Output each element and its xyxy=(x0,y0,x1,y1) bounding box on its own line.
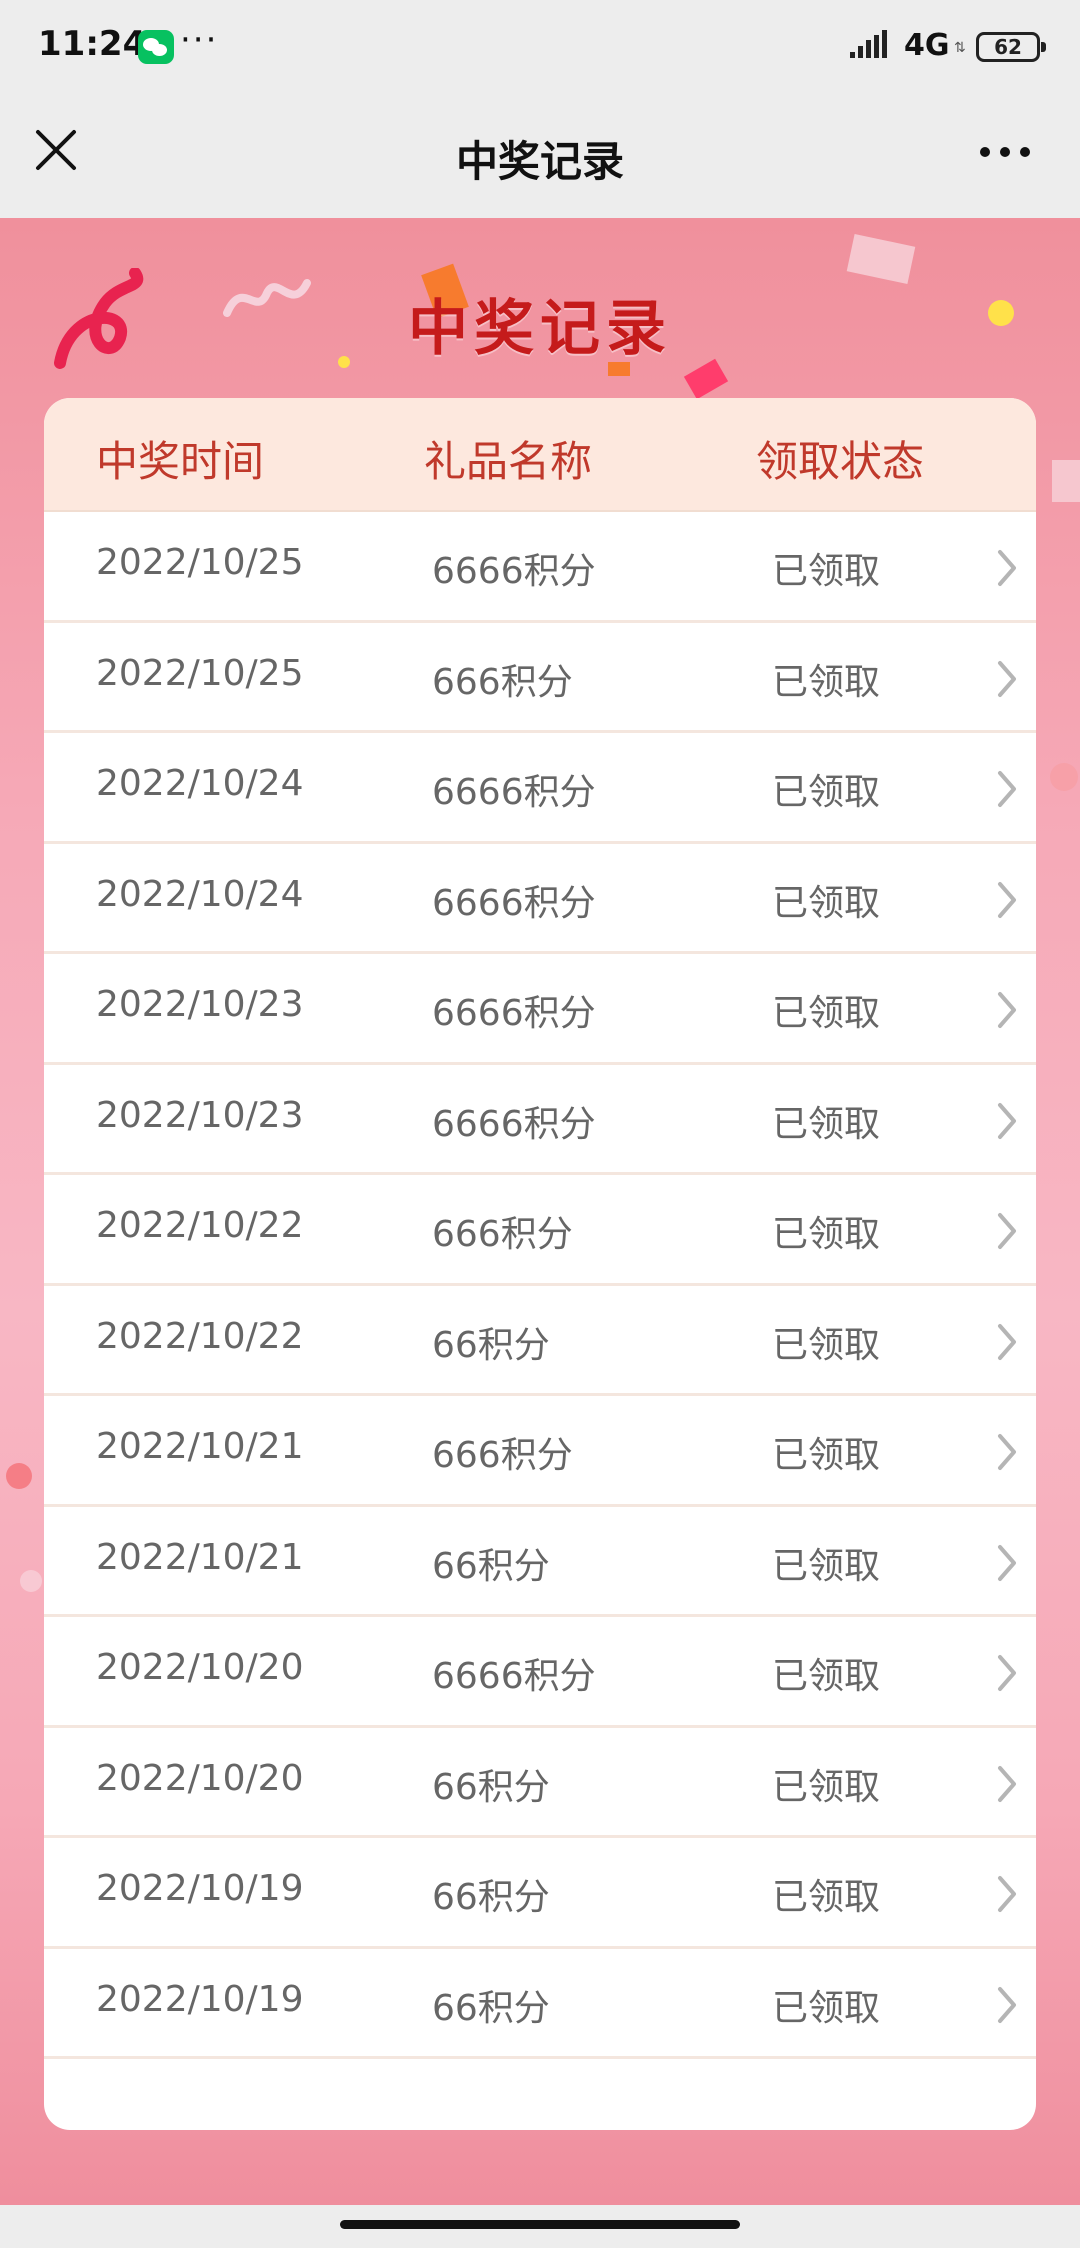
chevron-right-icon[interactable] xyxy=(992,1872,1022,1916)
cell-date: 2022/10/20 xyxy=(96,1757,304,1799)
network-type: 4G xyxy=(904,28,950,63)
cell-status: 已领取 xyxy=(772,1877,881,1918)
prize-record-table: 中奖时间 礼品名称 领取状态 2022/10/25 6666积分 已领取 2022/1… xyxy=(44,398,1036,2130)
cell-status: 已领取 xyxy=(772,882,881,924)
signal-icon xyxy=(850,30,887,58)
chevron-right-icon[interactable] xyxy=(992,1430,1022,1474)
chevron-right-icon[interactable] xyxy=(992,657,1022,701)
notification-dots: ··· xyxy=(180,20,219,60)
table-row[interactable]: 2022/10/19 66积分 已领取 xyxy=(44,1948,1036,2059)
home-gesture-bar[interactable] xyxy=(340,2220,740,2229)
cell-gift: 6666积分 xyxy=(432,1103,596,1145)
cell-date: 2022/10/23 xyxy=(96,1094,304,1136)
table-row[interactable]: 2022/10/22 66积分 已领取 xyxy=(44,1285,1036,1396)
table-row[interactable]: 2022/10/24 6666积分 已领取 xyxy=(44,843,1036,954)
chevron-right-icon[interactable] xyxy=(992,1209,1022,1253)
chevron-right-icon[interactable] xyxy=(992,988,1022,1032)
cell-status: 已领取 xyxy=(772,1214,881,1255)
status-bar: 11:24 ··· 4G ⇅ 62 xyxy=(0,0,1080,96)
gesture-area xyxy=(0,2205,1080,2248)
cell-gift: 66积分 xyxy=(432,1766,550,1808)
chevron-right-icon[interactable] xyxy=(992,1320,1022,1364)
table-row[interactable]: 2022/10/23 6666积分 已领取 xyxy=(44,954,1036,1065)
confetti-decoration xyxy=(6,1463,32,1489)
cell-date: 2022/10/21 xyxy=(96,1536,304,1578)
cell-status: 已领取 xyxy=(772,772,881,813)
cell-gift: 6666积分 xyxy=(432,551,596,592)
cell-date: 2022/10/24 xyxy=(96,763,304,804)
cell-date: 2022/10/19 xyxy=(96,1868,304,1909)
cell-gift: 666积分 xyxy=(432,1214,573,1255)
chevron-right-icon[interactable] xyxy=(992,1099,1022,1143)
table-row[interactable]: 2022/10/22 666积分 已领取 xyxy=(44,1175,1036,1286)
column-header-gift: 礼品名称 xyxy=(424,437,593,486)
cell-status: 已领取 xyxy=(772,993,881,1034)
confetti-decoration xyxy=(1052,460,1080,502)
confetti-decoration xyxy=(20,1570,42,1592)
status-time: 11:24 xyxy=(38,24,147,64)
data-activity-icon: ⇅ xyxy=(954,40,966,56)
cell-date: 2022/10/20 xyxy=(96,1647,304,1688)
page-heading: 中奖记录 xyxy=(408,294,672,364)
cell-gift: 6666积分 xyxy=(432,772,596,813)
cell-date: 2022/10/19 xyxy=(96,1978,304,2020)
prize-record-page: 中奖记录 中奖时间 礼品名称 领取状态 2022/10/25 6666积分 已领取 2… xyxy=(0,218,1080,2205)
cell-status: 已领取 xyxy=(772,551,881,592)
cell-date: 2022/10/21 xyxy=(96,1426,304,1467)
cell-gift: 6666积分 xyxy=(432,1656,596,1697)
cell-status: 已领取 xyxy=(772,1435,881,1476)
cell-status: 已领取 xyxy=(772,1324,881,1366)
nav-bar: 中奖记录 xyxy=(0,96,1080,218)
chevron-right-icon[interactable] xyxy=(992,1651,1022,1695)
table-row[interactable]: 2022/10/20 6666积分 已领取 xyxy=(44,1617,1036,1728)
table-row[interactable]: 2022/10/21 666积分 已领取 xyxy=(44,1396,1036,1507)
cell-gift: 6666积分 xyxy=(432,882,596,924)
column-header-time: 中奖时间 xyxy=(96,437,265,486)
cell-status: 已领取 xyxy=(772,1656,881,1697)
cell-gift: 66积分 xyxy=(432,1545,550,1587)
chevron-right-icon[interactable] xyxy=(992,1762,1022,1806)
cell-status: 已领取 xyxy=(772,1103,881,1145)
table-row[interactable]: 2022/10/23 6666积分 已领取 xyxy=(44,1064,1036,1175)
table-header: 中奖时间 礼品名称 领取状态 xyxy=(44,398,1036,512)
battery-indicator: 62 xyxy=(976,32,1046,62)
cell-date: 2022/10/25 xyxy=(96,542,304,583)
table-row[interactable]: 2022/10/19 66积分 已领取 xyxy=(44,1838,1036,1949)
confetti-decoration xyxy=(1050,763,1078,791)
cell-gift: 66积分 xyxy=(432,1987,550,2029)
cell-date: 2022/10/24 xyxy=(96,873,304,915)
chevron-right-icon[interactable] xyxy=(992,878,1022,922)
cell-gift: 666积分 xyxy=(432,661,573,703)
cell-gift: 66积分 xyxy=(432,1324,550,1366)
cell-gift: 666积分 xyxy=(432,1435,573,1476)
table-row[interactable]: 2022/10/21 66积分 已领取 xyxy=(44,1506,1036,1617)
table-row[interactable]: 2022/10/25 666积分 已领取 xyxy=(44,622,1036,733)
cell-date: 2022/10/22 xyxy=(96,1205,304,1246)
more-icon[interactable] xyxy=(975,132,1035,172)
chevron-right-icon[interactable] xyxy=(992,1541,1022,1585)
chevron-right-icon[interactable] xyxy=(992,1983,1022,2027)
table-row[interactable]: 2022/10/20 66积分 已领取 xyxy=(44,1727,1036,1838)
cell-date: 2022/10/23 xyxy=(96,984,304,1025)
cell-status: 已领取 xyxy=(772,1766,881,1808)
chevron-right-icon[interactable] xyxy=(992,767,1022,811)
wechat-icon xyxy=(138,30,174,64)
cell-date: 2022/10/25 xyxy=(96,652,304,694)
nav-title: 中奖记录 xyxy=(455,137,624,186)
table-row[interactable]: 2022/10/24 6666积分 已领取 xyxy=(44,733,1036,844)
chevron-right-icon[interactable] xyxy=(992,546,1022,590)
confetti-decoration xyxy=(846,233,916,285)
cell-date: 2022/10/22 xyxy=(96,1315,304,1357)
column-header-status: 领取状态 xyxy=(756,437,925,486)
cell-status: 已领取 xyxy=(772,1545,881,1587)
table-row[interactable]: 2022/10/25 6666积分 已领取 xyxy=(44,512,1036,623)
cell-gift: 66积分 xyxy=(432,1877,550,1918)
cell-status: 已领取 xyxy=(772,1987,881,2029)
cell-gift: 6666积分 xyxy=(432,993,596,1034)
table-body: 2022/10/25 6666积分 已领取 2022/10/25 666积分 已领取 202… xyxy=(44,512,1036,2059)
cell-status: 已领取 xyxy=(772,661,881,703)
